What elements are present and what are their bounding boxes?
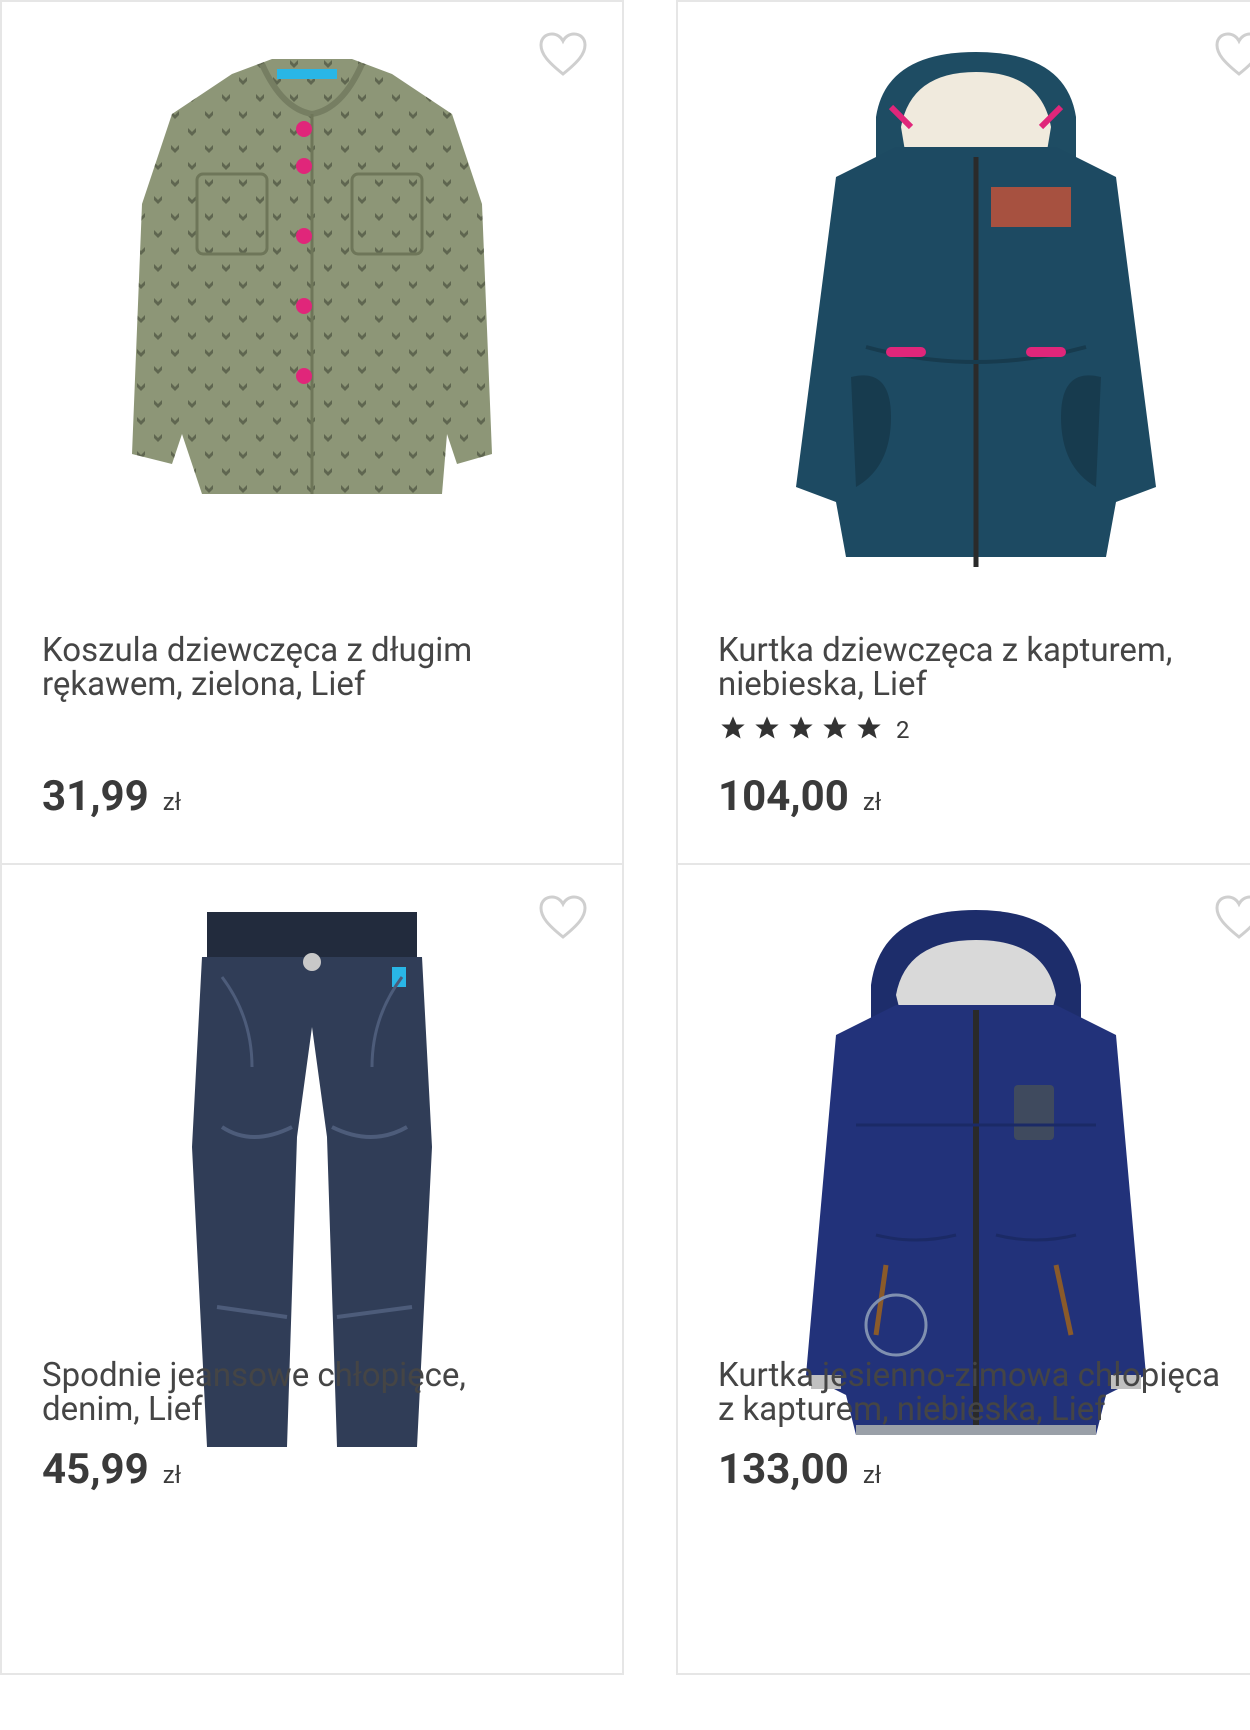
product-card[interactable]: Kurtka dziewczęca z kapturem, niebieska,…: [676, 0, 1250, 865]
teal-parka-image[interactable]: [776, 47, 1176, 587]
product-title-line: Koszula dziewczęca z długim: [42, 631, 473, 670]
product-price: 104,00 zł: [718, 772, 881, 821]
price-currency: zł: [162, 788, 182, 816]
star-icon: [820, 714, 850, 746]
product-title-line: rękawem, zielona, Lief: [42, 665, 366, 704]
product-price: 45,99 zł: [42, 1445, 181, 1494]
price-value: 104,00: [718, 772, 849, 821]
price-value: 45,99: [42, 1445, 149, 1494]
rating: 2: [718, 714, 910, 746]
price-currency: zł: [862, 1461, 882, 1489]
heart-icon[interactable]: [1214, 32, 1250, 78]
product-title[interactable]: Spodnie jeansowe chłopięce, denim, Lief: [42, 1359, 602, 1427]
price-value: 133,00: [718, 1445, 849, 1494]
price-currency: zł: [162, 1461, 182, 1489]
product-title-line: Kurtka jesienno-zimowa chłopięca: [718, 1356, 1221, 1395]
product-card[interactable]: Spodnie jeansowe chłopięce, denim, Lief …: [0, 863, 624, 1675]
product-title-line: denim, Lief: [42, 1390, 203, 1429]
heart-icon[interactable]: [538, 32, 588, 78]
product-title[interactable]: Kurtka jesienno-zimowa chłopięca z kaptu…: [718, 1359, 1250, 1427]
product-title[interactable]: Koszula dziewczęca z długim rękawem, zie…: [42, 634, 602, 702]
star-icon: [718, 714, 748, 746]
price-value: 31,99: [42, 772, 149, 821]
heart-icon[interactable]: [538, 895, 588, 941]
rating-count: 2: [896, 716, 910, 744]
product-title-line: z kapturem, niebieska, Lief: [718, 1390, 1106, 1429]
star-icon: [854, 714, 884, 746]
product-title-line: niebieska, Lief: [718, 665, 927, 704]
product-grid: Koszula dziewczęca z długim rękawem, zie…: [0, 0, 1250, 1690]
price-currency: zł: [862, 788, 882, 816]
star-icon: [752, 714, 782, 746]
product-card[interactable]: Kurtka jesienno-zimowa chłopięca z kaptu…: [676, 863, 1250, 1675]
product-price: 133,00 zł: [718, 1445, 881, 1494]
heart-icon[interactable]: [1214, 895, 1250, 941]
product-title-line: Kurtka dziewczęca z kapturem,: [718, 631, 1173, 670]
product-card[interactable]: Koszula dziewczęca z długim rękawem, zie…: [0, 0, 624, 865]
product-title-line: Spodnie jeansowe chłopięce,: [42, 1356, 466, 1395]
product-title[interactable]: Kurtka dziewczęca z kapturem, niebieska,…: [718, 634, 1250, 702]
star-icon: [786, 714, 816, 746]
green-shirt-image[interactable]: [112, 54, 512, 524]
product-price: 31,99 zł: [42, 772, 181, 821]
